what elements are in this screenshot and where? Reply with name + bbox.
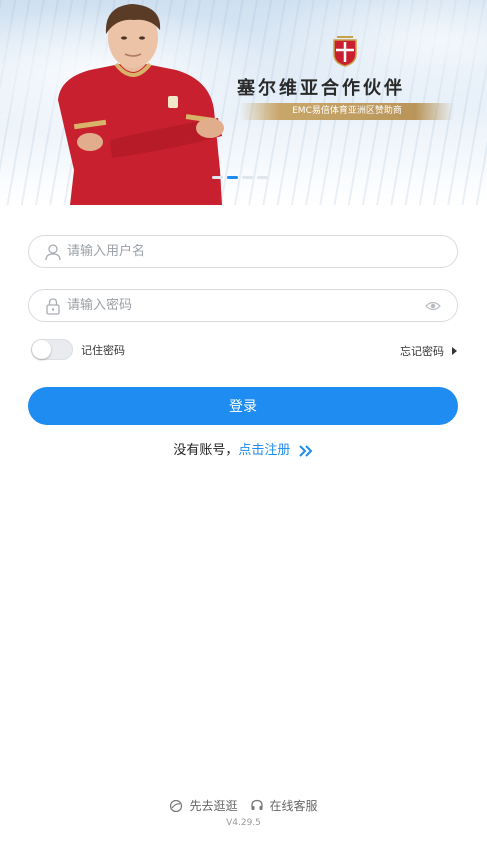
register-prompt: 没有账号，点击注册 [0, 439, 487, 458]
browse-icon [170, 799, 183, 812]
online-service-label[interactable]: 在线客服 [270, 797, 318, 814]
carousel-dot[interactable] [257, 176, 268, 179]
remember-password-label: 记住密码 [81, 343, 125, 357]
online-service-link[interactable]: 在线客服 [250, 797, 318, 814]
caret-right-icon [452, 347, 457, 355]
register-link[interactable]: 点击注册 [238, 443, 290, 458]
forgot-password-link[interactable]: 忘记密码 [400, 343, 457, 359]
app-version: V4.29.5 [226, 818, 261, 828]
double-chevron-right-icon[interactable] [298, 444, 314, 457]
footer-links: 先去逛逛 在线客服 [0, 797, 487, 814]
eye-icon[interactable] [425, 300, 441, 312]
lock-icon [46, 297, 60, 315]
browse-first-label[interactable]: 先去逛逛 [189, 797, 237, 814]
carousel-dot[interactable] [242, 176, 253, 179]
no-account-text: 没有账号， [173, 443, 239, 458]
remember-password-toggle[interactable] [31, 339, 73, 360]
browse-first-link[interactable]: 先去逛逛 [169, 797, 238, 814]
headset-icon [250, 799, 263, 810]
password-field[interactable] [28, 289, 458, 322]
login-button[interactable]: 登录 [28, 387, 458, 425]
carousel-dot-active[interactable] [227, 176, 238, 179]
user-icon [45, 243, 61, 260]
remember-password-row: 记住密码 [31, 339, 125, 360]
forgot-password-label[interactable]: 忘记密码 [400, 343, 444, 359]
username-input[interactable] [67, 244, 457, 259]
carousel-indicators [212, 176, 268, 179]
password-input[interactable] [67, 298, 425, 313]
username-field[interactable] [28, 235, 458, 268]
serbia-crest-icon [333, 36, 357, 67]
player-image [58, 4, 224, 205]
banner-title: 塞尔维亚合作伙伴 [237, 78, 405, 99]
promo-banner[interactable]: 塞尔维亚合作伙伴 EMC易倍体育亚洲区赞助商 [0, 0, 487, 205]
toggle-knob [32, 340, 51, 359]
carousel-dot[interactable] [212, 176, 223, 179]
banner-subtitle: EMC易倍体育亚洲区赞助商 [240, 103, 454, 120]
